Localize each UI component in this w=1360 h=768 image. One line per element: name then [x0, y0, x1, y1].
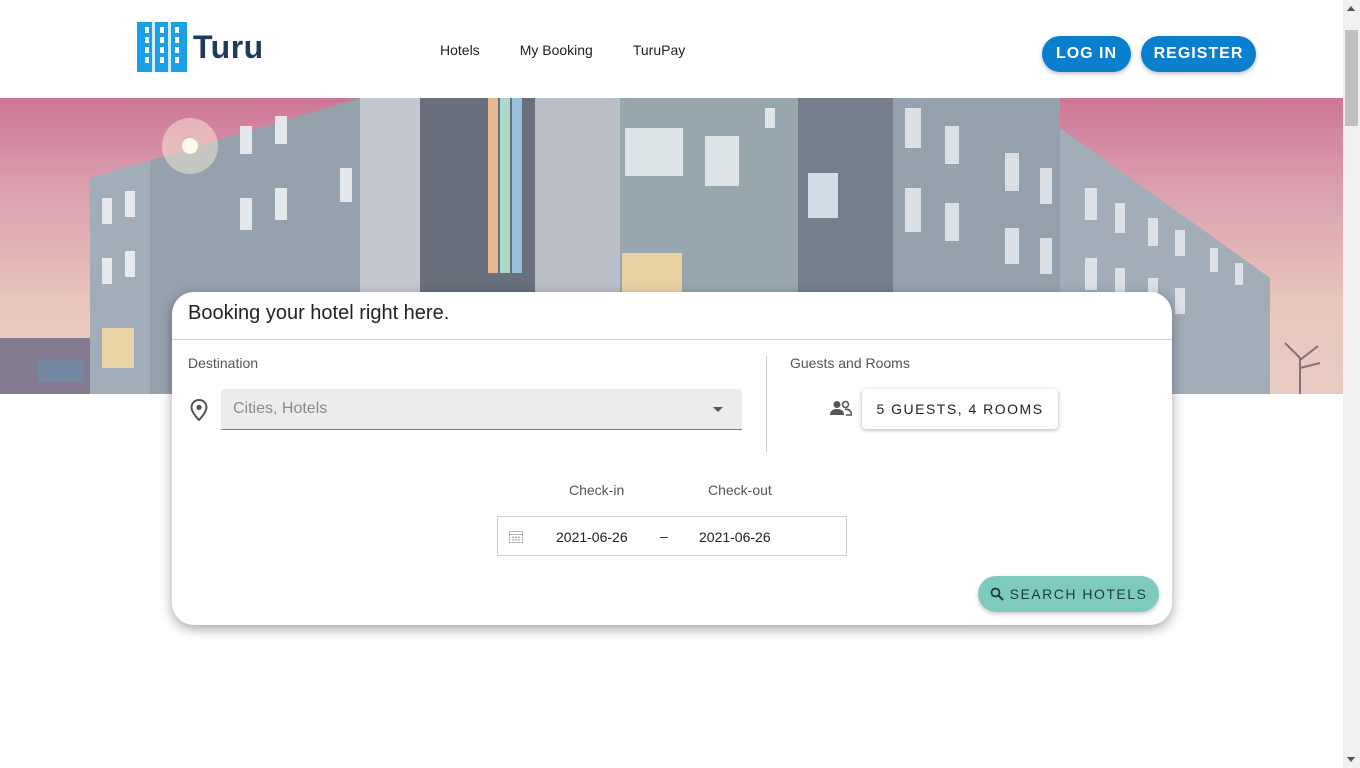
search-icon [990, 587, 1004, 601]
date-separator: – [660, 528, 668, 544]
chevron-down-icon[interactable] [713, 407, 723, 412]
register-button[interactable]: REGISTER [1141, 36, 1256, 72]
guests-rooms-button[interactable]: 5 GUESTS, 4 ROOMS [862, 389, 1058, 429]
header: Turu Hotels My Booking TuruPay LOG IN RE… [0, 0, 1343, 98]
logo-text: Turu [193, 28, 264, 65]
main-nav: Hotels My Booking TuruPay [440, 42, 685, 58]
checkin-label: Check-in [569, 482, 625, 498]
nav-turupay[interactable]: TuruPay [633, 42, 685, 58]
vertical-scrollbar[interactable] [1343, 0, 1360, 768]
calendar-icon [509, 531, 523, 543]
location-pin-icon [190, 399, 208, 421]
login-button[interactable]: LOG IN [1042, 36, 1131, 72]
guests-rooms-label: Guests and Rooms [790, 355, 910, 371]
logo[interactable]: Turu [137, 22, 264, 72]
date-range-picker[interactable]: 2021-06-26 – 2021-06-26 [497, 516, 847, 556]
scroll-down-arrow-icon[interactable] [1347, 757, 1355, 762]
scroll-up-arrow-icon[interactable] [1347, 6, 1355, 11]
booking-title: Booking your hotel right here. [188, 302, 450, 324]
booking-card: Booking your hotel right here. Destinati… [172, 292, 1172, 625]
search-hotels-label: SEARCH HOTELS [1009, 586, 1148, 602]
vertical-divider [766, 356, 767, 452]
destination-label: Destination [188, 355, 259, 371]
checkout-date-input[interactable]: 2021-06-26 [699, 529, 771, 545]
nav-hotels[interactable]: Hotels [440, 42, 480, 58]
checkout-label: Check-out [708, 482, 772, 498]
nav-my-booking[interactable]: My Booking [520, 42, 593, 58]
checkin-date-input[interactable]: 2021-06-26 [556, 529, 628, 545]
card-divider [172, 339, 1172, 340]
logo-icon [137, 22, 187, 72]
scrollbar-thumb[interactable] [1345, 30, 1358, 126]
destination-placeholder: Cities, Hotels [233, 400, 328, 417]
destination-select[interactable]: Cities, Hotels [221, 389, 742, 430]
search-hotels-button[interactable]: SEARCH HOTELS [978, 576, 1159, 612]
page: Turu Hotels My Booking TuruPay LOG IN RE… [0, 0, 1360, 768]
people-icon [830, 400, 852, 416]
